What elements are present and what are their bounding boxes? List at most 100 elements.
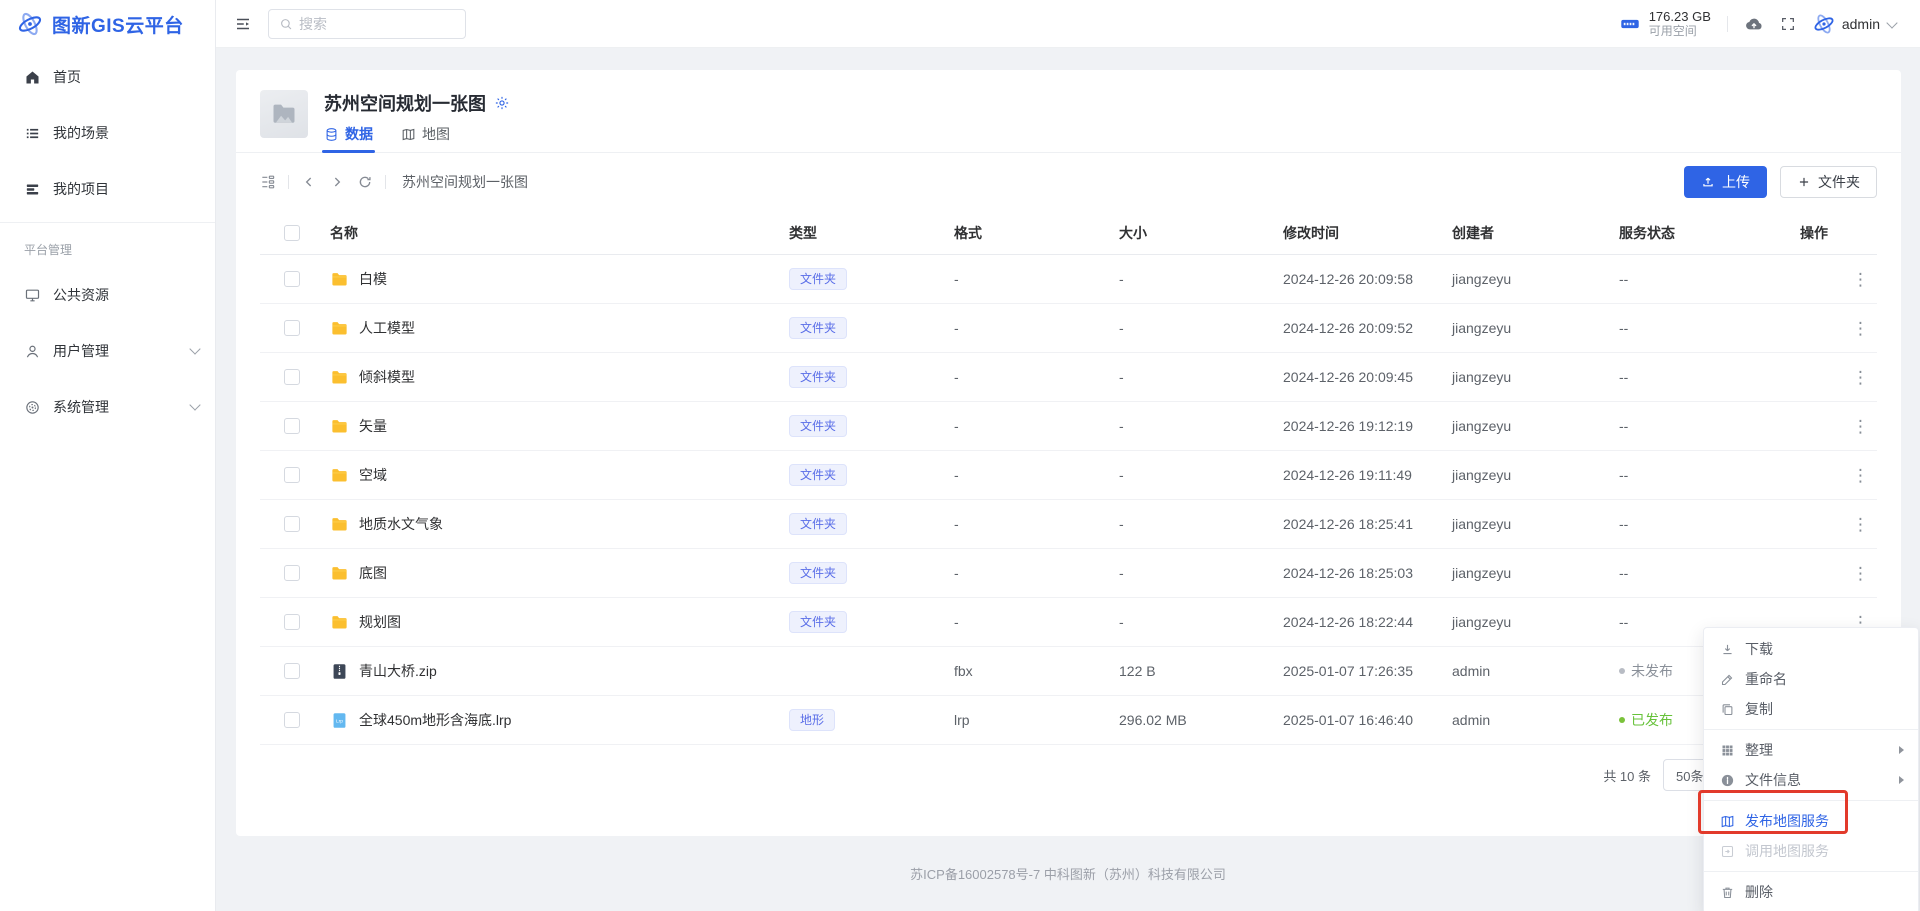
type-badge: 文件夹: [789, 366, 847, 388]
row-checkbox[interactable]: [284, 369, 300, 385]
file-size: -: [1119, 516, 1283, 532]
sidebar-section-label: 平台管理: [0, 235, 215, 272]
modified-time: 2024-12-26 19:12:19: [1283, 418, 1452, 434]
creator: jiangzeyu: [1452, 369, 1619, 385]
row-checkbox[interactable]: [284, 614, 300, 630]
file-name[interactable]: 矢量: [359, 416, 387, 436]
row-actions-more-icon[interactable]: ⋮: [1800, 418, 1877, 435]
search-input[interactable]: [299, 16, 449, 32]
row-checkbox[interactable]: [284, 467, 300, 483]
zip-file-icon: [330, 662, 349, 681]
footer-text: 苏ICP备16002578号-7 中科图新（苏州）科技有限公司: [216, 864, 1920, 883]
row-actions-more-icon[interactable]: ⋮: [1800, 467, 1877, 484]
table-row[interactable]: 白模 文件夹 - - 2024-12-26 20:09:58 jiangzeyu…: [260, 255, 1877, 304]
sidebar-item-首页[interactable]: 首页: [0, 54, 215, 100]
modified-time: 2024-12-26 20:09:45: [1283, 369, 1452, 385]
file-size: -: [1119, 418, 1283, 434]
table-row[interactable]: 矢量 文件夹 - - 2024-12-26 19:12:19 jiangzeyu…: [260, 402, 1877, 451]
modified-time: 2025-01-07 16:46:40: [1283, 712, 1452, 728]
table-row[interactable]: 倾斜模型 文件夹 - - 2024-12-26 20:09:45 jiangze…: [260, 353, 1877, 402]
sidebar-item-我的项目[interactable]: 我的项目: [0, 166, 215, 212]
file-name[interactable]: 空域: [359, 465, 387, 485]
row-checkbox[interactable]: [284, 712, 300, 728]
resource-icon: [24, 287, 41, 304]
row-actions-more-icon[interactable]: ⋮: [1800, 565, 1877, 582]
service-status: --: [1619, 467, 1800, 483]
row-actions-more-icon[interactable]: ⋮: [1800, 369, 1877, 386]
cloud-upload-icon[interactable]: [1744, 14, 1764, 34]
creator: jiangzeyu: [1452, 320, 1619, 336]
app-logo[interactable]: 图新GIS云平台: [0, 0, 215, 48]
breadcrumb[interactable]: 苏州空间规划一张图: [402, 172, 528, 192]
context-menu-item-发布地图服务[interactable]: 发布地图服务: [1704, 806, 1918, 836]
row-checkbox[interactable]: [284, 516, 300, 532]
file-name[interactable]: 全球450m地形含海底.lrp: [359, 710, 511, 730]
type-badge: 文件夹: [789, 611, 847, 633]
table-row[interactable]: 人工模型 文件夹 - - 2024-12-26 20:09:52 jiangze…: [260, 304, 1877, 353]
context-menu-item-删除[interactable]: 删除: [1704, 877, 1918, 907]
file-size: -: [1119, 369, 1283, 385]
toolbar-divider: [288, 175, 289, 189]
lrp-file-icon: Lrp: [330, 711, 349, 730]
context-menu-item-调用地图服务[interactable]: 调用地图服务: [1704, 836, 1918, 866]
context-menu-item-文件信息[interactable]: 文件信息: [1704, 765, 1918, 795]
context-menu-item-label: 发布地图服务: [1745, 811, 1829, 831]
select-all-checkbox[interactable]: [284, 225, 300, 241]
upload-button[interactable]: 上传: [1684, 166, 1767, 198]
column-header-actions: 操作: [1800, 223, 1877, 243]
refresh-icon[interactable]: [357, 174, 373, 190]
tab-map[interactable]: 地图: [401, 124, 450, 153]
sidebar-item-我的场景[interactable]: 我的场景: [0, 110, 215, 156]
forward-icon[interactable]: [329, 174, 345, 190]
file-name[interactable]: 规划图: [359, 612, 401, 632]
sidebar-collapse-icon[interactable]: [234, 15, 252, 33]
file-name[interactable]: 底图: [359, 563, 387, 583]
table-row[interactable]: 规划图 文件夹 - - 2024-12-26 18:22:44 jiangzey…: [260, 598, 1877, 647]
file-name[interactable]: 地质水文气象: [359, 514, 443, 534]
table-header: 名称 类型 格式 大小 修改时间 创建者 服务状态 操作: [260, 211, 1877, 255]
folder-icon: [330, 368, 349, 387]
new-folder-button[interactable]: 文件夹: [1780, 166, 1877, 198]
table-row[interactable]: Lrp 全球450m地形含海底.lrp 地形 lrp 296.02 MB 202…: [260, 696, 1877, 745]
new-folder-button-label: 文件夹: [1818, 172, 1860, 192]
tree-view-icon[interactable]: [260, 174, 276, 190]
file-name[interactable]: 人工模型: [359, 318, 415, 338]
table-row[interactable]: 空域 文件夹 - - 2024-12-26 19:11:49 jiangzeyu…: [260, 451, 1877, 500]
creator: admin: [1452, 663, 1619, 679]
row-checkbox[interactable]: [284, 418, 300, 434]
table-row[interactable]: 青山大桥.zip fbx 122 B 2025-01-07 17:26:35 a…: [260, 647, 1877, 696]
fullscreen-icon[interactable]: [1780, 16, 1796, 32]
context-menu-item-重命名[interactable]: 重命名: [1704, 664, 1918, 694]
context-menu-item-整理[interactable]: 整理: [1704, 735, 1918, 765]
table-row[interactable]: 底图 文件夹 - - 2024-12-26 18:25:03 jiangzeyu…: [260, 549, 1877, 598]
folder-icon: [330, 564, 349, 583]
row-actions-more-icon[interactable]: ⋮: [1800, 320, 1877, 337]
row-actions-more-icon[interactable]: ⋮: [1800, 516, 1877, 533]
user-menu[interactable]: admin: [1812, 12, 1896, 36]
back-icon[interactable]: [301, 174, 317, 190]
context-menu-item-复制[interactable]: 复制: [1704, 694, 1918, 724]
file-format: -: [954, 418, 1119, 434]
file-name[interactable]: 青山大桥.zip: [359, 661, 437, 681]
settings-gear-icon[interactable]: [494, 95, 510, 111]
file-name[interactable]: 白模: [359, 269, 387, 289]
sidebar-item-公共资源[interactable]: 公共资源: [0, 272, 215, 318]
file-format: -: [954, 271, 1119, 287]
row-checkbox[interactable]: [284, 565, 300, 581]
tab-data[interactable]: 数据: [324, 124, 373, 153]
sidebar-item-用户管理[interactable]: 用户管理: [0, 328, 215, 374]
file-name[interactable]: 倾斜模型: [359, 367, 415, 387]
row-checkbox[interactable]: [284, 663, 300, 679]
context-menu-item-下载[interactable]: 下载: [1704, 634, 1918, 664]
row-checkbox[interactable]: [284, 320, 300, 336]
username: admin: [1842, 16, 1880, 32]
context-menu-item-label: 整理: [1745, 740, 1773, 760]
projects-icon: [24, 181, 41, 198]
column-header-modified: 修改时间: [1283, 223, 1452, 243]
row-checkbox[interactable]: [284, 271, 300, 287]
scenes-icon: [24, 125, 41, 142]
table-row[interactable]: 地质水文气象 文件夹 - - 2024-12-26 18:25:41 jiang…: [260, 500, 1877, 549]
file-size: 122 B: [1119, 663, 1283, 679]
row-actions-more-icon[interactable]: ⋮: [1800, 271, 1877, 288]
sidebar-item-系统管理[interactable]: 系统管理: [0, 384, 215, 430]
